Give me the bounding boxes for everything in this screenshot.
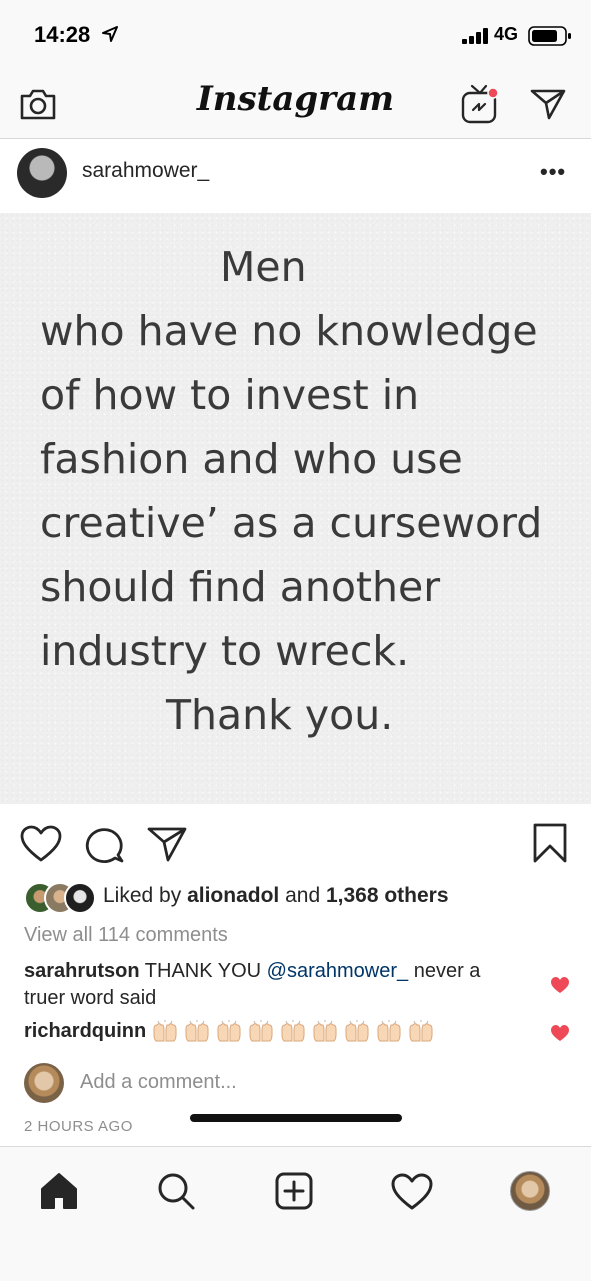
heart-icon[interactable]: [20, 824, 62, 864]
status-time: 14:28: [34, 22, 91, 47]
add-comment-input[interactable]: Add a comment...: [80, 1071, 237, 1094]
signal-bars-icon: [462, 28, 488, 44]
search-icon[interactable]: [154, 1169, 198, 1213]
post-image-text-line: Thank you.: [166, 691, 394, 739]
liker-avatar: [64, 882, 96, 914]
comment: richardquinn: [24, 1018, 494, 1045]
raising-hands-icon: [409, 1019, 433, 1042]
raising-hands-icon: [217, 1019, 241, 1042]
camera-icon[interactable]: [18, 86, 58, 122]
first-liker-username[interactable]: alionadol: [187, 884, 279, 907]
likes-middle: and: [279, 884, 326, 907]
igtv-icon[interactable]: [460, 82, 500, 126]
likes-others-count[interactable]: 1,368 others: [326, 884, 449, 907]
share-icon[interactable]: [146, 824, 188, 864]
comment-username[interactable]: richardquinn: [24, 1020, 146, 1042]
profile-tab-avatar[interactable]: [510, 1171, 550, 1211]
raising-hands-icon: [185, 1019, 209, 1042]
location-arrow-icon: [102, 26, 118, 42]
post-image-text-line: should find another: [40, 563, 441, 611]
battery-icon: [528, 26, 571, 46]
bookmark-icon[interactable]: [530, 822, 570, 864]
comment-liked-heart-icon[interactable]: [550, 1024, 570, 1042]
post-image[interactable]: Men who have no knowledge of how to inve…: [0, 213, 591, 804]
raising-hands-icon: [377, 1019, 401, 1042]
home-icon[interactable]: [37, 1169, 81, 1213]
comment-liked-heart-icon[interactable]: [550, 976, 570, 994]
post-timestamp: 2 HOURS AGO: [24, 1118, 133, 1135]
raising-hands-icon: [249, 1019, 273, 1042]
comment-mention[interactable]: @sarahmower_: [267, 960, 408, 982]
post-image-text-line: who have no knowledge: [40, 307, 538, 355]
instagram-wordmark: Instagram: [196, 79, 395, 119]
new-post-icon[interactable]: [272, 1169, 316, 1213]
top-nav: Instagram: [0, 70, 591, 139]
comment: sarahrutson THANK YOU @sarahmower_ never…: [24, 958, 494, 1012]
post-more-options-icon[interactable]: •••: [540, 159, 566, 185]
igtv-notification-badge: [487, 87, 499, 99]
post-image-text-line: creative’ as a curseword: [40, 499, 543, 547]
network-type: 4G: [494, 24, 519, 44]
raising-hands-icon: [153, 1019, 177, 1042]
home-indicator[interactable]: [190, 1114, 402, 1122]
activity-heart-icon[interactable]: [390, 1169, 434, 1213]
raising-hands-emoji-row: [146, 1019, 434, 1042]
post-header: sarahmower_ •••: [0, 139, 591, 213]
liker-avatars[interactable]: [24, 882, 96, 914]
comment-text: THANK YOU: [139, 960, 267, 982]
current-user-avatar: [24, 1063, 64, 1103]
post-author-avatar[interactable]: [17, 148, 67, 198]
likes-summary[interactable]: Liked by alionadol and 1,368 others: [103, 884, 449, 908]
raising-hands-icon: [281, 1019, 305, 1042]
view-all-comments-link[interactable]: View all 114 comments: [24, 924, 228, 947]
raising-hands-icon: [345, 1019, 369, 1042]
post-author-username[interactable]: sarahmower_: [82, 159, 209, 183]
bottom-tab-bar: [0, 1146, 591, 1281]
post-image-text-line: Men: [220, 243, 307, 291]
comment-username[interactable]: sarahrutson: [24, 960, 140, 982]
post-image-text-line: industry to wreck.: [40, 627, 410, 675]
post-image-text-line: of how to invest in: [40, 371, 420, 419]
likes-prefix: Liked by: [103, 884, 188, 907]
raising-hands-icon: [313, 1019, 337, 1042]
direct-message-icon[interactable]: [528, 86, 568, 122]
comment-icon[interactable]: [84, 824, 126, 864]
status-bar: 14:28 4G: [0, 0, 591, 70]
post-image-text-line: fashion and who use: [40, 435, 463, 483]
